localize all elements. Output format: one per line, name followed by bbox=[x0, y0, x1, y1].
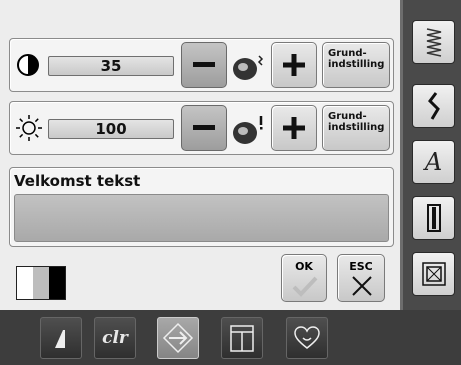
brightness-minus-button[interactable] bbox=[181, 105, 227, 151]
welcome-title: Velkomst tekst bbox=[14, 172, 141, 190]
contrast-preview-swatch bbox=[16, 266, 66, 300]
close-icon bbox=[352, 276, 372, 296]
presser-foot-button[interactable] bbox=[40, 317, 82, 359]
brightness-default-button[interactable]: Grund- indstilling bbox=[322, 105, 390, 151]
contrast-value: 35 bbox=[100, 57, 122, 75]
checkmark-icon bbox=[292, 276, 318, 297]
arrow-button[interactable] bbox=[157, 317, 199, 359]
memory-button[interactable] bbox=[221, 317, 263, 359]
arrow-icon bbox=[162, 322, 194, 354]
clear-icon: clr bbox=[102, 328, 128, 348]
contrast-minus-button[interactable] bbox=[181, 42, 227, 88]
favorite-icon bbox=[294, 326, 320, 349]
alphabet-button[interactable]: A bbox=[412, 140, 455, 184]
brightness-dial-icon bbox=[230, 112, 268, 148]
presser-foot-icon bbox=[55, 330, 65, 348]
esc-button[interactable]: ESC bbox=[337, 254, 385, 302]
quilt-button[interactable] bbox=[412, 252, 455, 296]
clear-button[interactable]: clr bbox=[94, 317, 136, 359]
ok-button[interactable]: OK bbox=[281, 254, 327, 302]
stitch-icon bbox=[427, 92, 440, 120]
minus-icon bbox=[193, 62, 215, 67]
contrast-value-bar: 35 bbox=[48, 56, 174, 76]
memory-icon bbox=[230, 325, 254, 352]
plus-icon bbox=[283, 117, 305, 139]
stitch-button[interactable] bbox=[412, 84, 455, 128]
esc-label: ESC bbox=[349, 260, 373, 273]
quilt-icon bbox=[421, 262, 446, 286]
contrast-dial-icon bbox=[230, 50, 268, 84]
contrast-icon bbox=[16, 53, 40, 77]
brightness-plus-button[interactable] bbox=[271, 105, 317, 151]
ok-label: OK bbox=[295, 260, 313, 273]
welcome-text-field[interactable] bbox=[14, 194, 389, 242]
contrast-plus-button[interactable] bbox=[271, 42, 317, 88]
buttonhole-icon bbox=[426, 204, 441, 232]
buttonhole-button[interactable] bbox=[412, 196, 455, 240]
alphabet-icon: A bbox=[424, 148, 443, 176]
brightness-icon bbox=[15, 114, 43, 142]
brightness-value-bar: 100 bbox=[48, 119, 174, 139]
plus-icon bbox=[283, 54, 305, 76]
minus-icon bbox=[193, 125, 215, 130]
stitch-pattern-icon bbox=[426, 28, 441, 57]
brightness-value: 100 bbox=[95, 120, 127, 138]
stitch-pattern-button[interactable] bbox=[412, 20, 455, 64]
contrast-default-button[interactable]: Grund- indstilling bbox=[322, 42, 390, 88]
favorite-button[interactable] bbox=[286, 317, 328, 359]
